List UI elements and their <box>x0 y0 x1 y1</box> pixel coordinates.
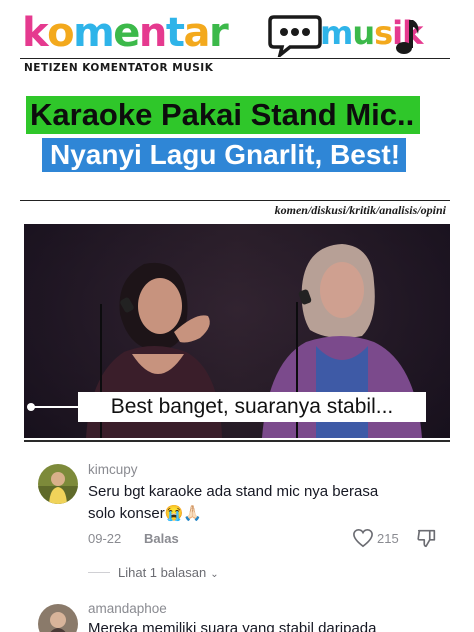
brand-letter: o <box>47 10 74 56</box>
comment-text: Mereka memiliki suara yang stabil daripa… <box>88 620 377 632</box>
avatar[interactable] <box>38 604 78 632</box>
like-count: 215 <box>377 531 399 546</box>
caption-pointer-line <box>30 406 78 408</box>
brand-letter: m <box>73 10 115 56</box>
brand-letter: a <box>183 10 211 56</box>
brand-letter: r <box>209 10 229 56</box>
category-tagline: komen/diskusi/kritik/analisis/opini <box>274 203 446 217</box>
brand-name-komentar: komentar <box>22 8 229 58</box>
music-note-icon <box>396 20 419 54</box>
comment-text: Seru bgt karaoke ada stand mic nya beras… <box>88 481 428 525</box>
comment-username[interactable]: kimcupy <box>88 462 138 477</box>
heart-icon[interactable] <box>352 528 374 548</box>
speech-bubble-icon <box>268 15 322 57</box>
brand-letter: n <box>138 10 167 56</box>
video-divider <box>24 440 450 442</box>
comment-text-line-2: solo konser <box>88 505 165 522</box>
comment-text-line: solo konser😭🙏🏻 <box>88 503 428 525</box>
avatar[interactable] <box>38 464 78 504</box>
brand-letter: m <box>320 14 353 52</box>
brand-logo: komentar musik <box>22 8 452 58</box>
brand-letter: s <box>374 14 393 52</box>
comment-date: 09-22 <box>88 531 122 546</box>
brand-letter: u <box>352 14 375 52</box>
brand-letter: k <box>22 10 49 56</box>
comment-username[interactable]: amandaphoe <box>88 601 167 616</box>
section-divider <box>20 200 450 201</box>
header-divider <box>20 58 450 59</box>
reply-button[interactable]: Balas <box>144 531 179 546</box>
view-replies-label: Lihat 1 balasan <box>118 565 207 580</box>
headline-line-1: Karaoke Pakai Stand Mic.. <box>26 96 421 134</box>
emoji-crying-praying: 😭🙏🏻 <box>164 505 203 522</box>
thumbs-down-icon[interactable] <box>416 527 438 549</box>
brand-tagline: NETIZEN KOMENTATOR MUSIK <box>24 62 214 74</box>
brand-letter: e <box>113 10 140 56</box>
brand-letter: t <box>165 10 185 56</box>
headline-line-2: Nyanyi Lagu Gnarlit, Best! <box>42 138 407 172</box>
chevron-down-icon: ⌄ <box>210 569 219 580</box>
comment-text-line: Seru bgt karaoke ada stand mic nya beras… <box>88 483 379 500</box>
video-caption: Best banget, suaranya stabil... <box>78 392 426 422</box>
view-replies-button[interactable]: Lihat 1 balasan ⌄ <box>118 565 219 580</box>
caption-pointer-dot <box>27 403 35 411</box>
replies-divider <box>88 572 110 573</box>
